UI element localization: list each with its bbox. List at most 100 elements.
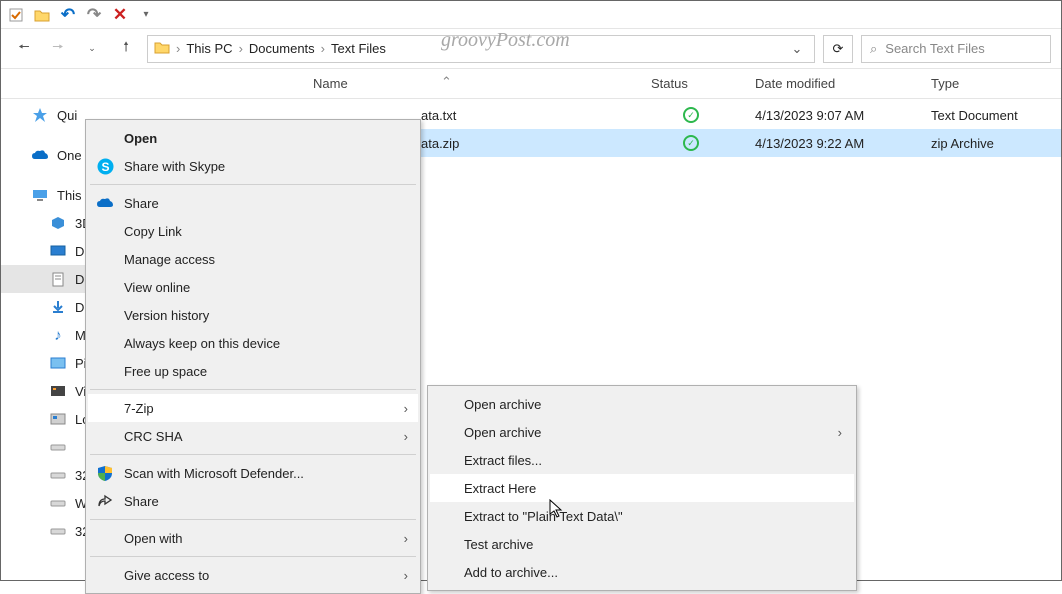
navigation-bar: 🠔 🠖 ⌄ 🠕 › This PC › Documents › Text Fil…	[1, 29, 1061, 69]
search-input[interactable]: ⌕ Search Text Files	[861, 35, 1051, 63]
submenu-item-label: Open archive	[464, 425, 541, 440]
chevron-right-icon: ›	[404, 429, 408, 444]
sidebar-item-label: One	[57, 148, 82, 163]
sidebar-item-label: Qui	[57, 108, 77, 123]
menu-item[interactable]: Copy Link	[88, 217, 418, 245]
drive-icon	[49, 466, 67, 484]
undo-icon[interactable]: ↶	[59, 6, 77, 24]
file-type: Text Document	[919, 108, 1049, 123]
checkbox-icon[interactable]	[7, 6, 25, 24]
file-status: ✓	[639, 107, 743, 123]
submenu-item-label: Test archive	[464, 537, 533, 552]
submenu-item[interactable]: Open archive›	[430, 418, 854, 446]
submenu-item[interactable]: Add to archive...	[430, 558, 854, 586]
defender-icon	[96, 464, 114, 482]
pictures-icon	[49, 354, 67, 372]
menu-separator	[90, 389, 416, 390]
menu-separator	[90, 519, 416, 520]
breadcrumb[interactable]: Documents	[249, 41, 315, 56]
menu-item[interactable]: Scan with Microsoft Defender...	[88, 459, 418, 487]
context-menu: Open S Share with Skype Share Copy LinkManag…	[85, 119, 421, 594]
3d-icon	[49, 214, 67, 232]
menu-item[interactable]: Share	[88, 189, 418, 217]
onedrive-cloud-icon	[96, 194, 114, 212]
column-headers: Name⌃ Status Date modified Type	[1, 69, 1061, 99]
submenu-item-label: Add to archive...	[464, 565, 558, 580]
menu-item-label: Share with Skype	[124, 159, 225, 174]
submenu-item[interactable]: Extract Here	[430, 474, 854, 502]
menu-item-label: Give access to	[124, 568, 209, 583]
menu-item[interactable]: View online	[88, 273, 418, 301]
file-type: zip Archive	[919, 136, 1049, 151]
drive-icon	[49, 438, 67, 456]
forward-button[interactable]: 🠖	[45, 36, 71, 62]
menu-item-label: Free up space	[124, 364, 207, 379]
menu-item-label: Share	[124, 196, 159, 211]
menu-item-label: Version history	[124, 308, 209, 323]
context-submenu: Open archiveOpen archive›Extract files..…	[427, 385, 857, 591]
menu-separator	[90, 454, 416, 455]
column-date[interactable]: Date modified	[743, 76, 919, 91]
menu-item[interactable]: Share	[88, 487, 418, 515]
up-button[interactable]: 🠕	[113, 36, 139, 62]
address-bar[interactable]: › This PC › Documents › Text Files ⌄	[147, 35, 815, 63]
column-name[interactable]: Name⌃	[301, 76, 639, 91]
file-date: 4/13/2023 9:22 AM	[743, 136, 919, 151]
menu-item[interactable]: Open	[88, 124, 418, 152]
menu-item-label: Share	[124, 494, 159, 509]
menu-item[interactable]: Always keep on this device	[88, 329, 418, 357]
folder-icon	[154, 40, 170, 57]
folder-icon[interactable]	[33, 6, 51, 24]
breadcrumb[interactable]: This PC	[186, 41, 232, 56]
refresh-button[interactable]: ⟳	[823, 35, 853, 63]
drive-icon	[49, 522, 67, 540]
quick-access-toolbar: ↶ ↷ ✕ ▾	[1, 1, 1061, 29]
svg-text:S: S	[101, 160, 109, 174]
menu-item[interactable]: Give access to ›	[88, 561, 418, 589]
menu-item[interactable]: Manage access	[88, 245, 418, 273]
search-icon: ⌕	[870, 41, 877, 57]
recent-dropdown[interactable]: ⌄	[79, 36, 105, 62]
videos-icon	[49, 382, 67, 400]
star-icon	[31, 106, 49, 124]
menu-item[interactable]: S Share with Skype	[88, 152, 418, 180]
chevron-right-icon[interactable]: ›	[321, 41, 325, 56]
menu-item-label: Always keep on this device	[124, 336, 280, 351]
menu-item[interactable]: Free up space	[88, 357, 418, 385]
menu-item[interactable]: Version history	[88, 301, 418, 329]
menu-item[interactable]: 7-Zip ›	[88, 394, 418, 422]
menu-item[interactable]: CRC SHA›	[88, 422, 418, 450]
menu-item-label: View online	[124, 280, 190, 295]
chevron-right-icon[interactable]: ›	[239, 41, 243, 56]
chevron-right-icon: ›	[404, 568, 408, 583]
submenu-item[interactable]: Open archive	[430, 390, 854, 418]
documents-icon	[49, 270, 67, 288]
redo-icon[interactable]: ↷	[85, 6, 103, 24]
music-icon: ♪	[49, 326, 67, 344]
file-date: 4/13/2023 9:07 AM	[743, 108, 919, 123]
delete-icon[interactable]: ✕	[111, 6, 129, 24]
chevron-right-icon: ›	[404, 401, 408, 416]
onedrive-icon	[31, 146, 49, 164]
sort-up-icon: ⌃	[441, 74, 452, 90]
menu-separator	[90, 556, 416, 557]
column-status[interactable]: Status	[639, 76, 743, 91]
menu-separator	[90, 184, 416, 185]
menu-item-label: 7-Zip	[124, 401, 154, 416]
chevron-right-icon[interactable]: ›	[176, 41, 180, 56]
disk-icon	[49, 410, 67, 428]
submenu-item[interactable]: Test archive	[430, 530, 854, 558]
sidebar-item-label: D	[75, 272, 84, 287]
submenu-item[interactable]: Extract to "Plain Text Data\"	[430, 502, 854, 530]
dropdown-icon[interactable]: ▾	[137, 6, 155, 24]
menu-item[interactable]: Open with ›	[88, 524, 418, 552]
back-button[interactable]: 🠔	[11, 36, 37, 62]
address-dropdown[interactable]: ⌄	[786, 41, 808, 57]
menu-item-label: Open with	[124, 531, 183, 546]
breadcrumb[interactable]: Text Files	[331, 41, 386, 56]
menu-item-label: Scan with Microsoft Defender...	[124, 466, 304, 481]
submenu-item[interactable]: Extract files...	[430, 446, 854, 474]
column-type[interactable]: Type	[919, 76, 1049, 91]
desktop-icon	[49, 242, 67, 260]
chevron-right-icon: ›	[404, 531, 408, 546]
